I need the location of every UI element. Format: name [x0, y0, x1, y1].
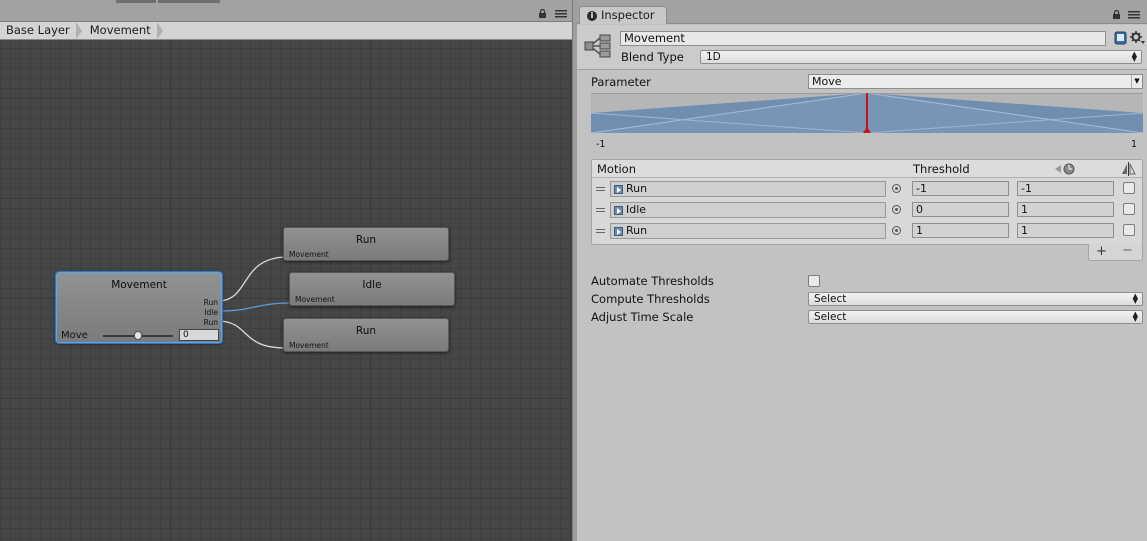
editor-window: Base Layer Movement Movement Run Idle Ru… [0, 0, 1147, 541]
help-book-icon[interactable] [1114, 31, 1127, 45]
compute-thresholds-dropdown[interactable]: Select ▲ ▼ [808, 292, 1143, 306]
motion-row: Idle 0 1 [592, 200, 1142, 220]
animation-clip-icon [614, 185, 623, 194]
remove-motion-button[interactable]: − [1122, 244, 1133, 257]
panel-menu-icon[interactable] [555, 10, 567, 18]
node-parent-label: Movement [289, 250, 329, 259]
inspector-tab-bar: i Inspector [577, 0, 1147, 24]
add-motion-button[interactable]: + [1096, 245, 1107, 258]
inspector-header: Movement Blend Type 1D ▲ ▼ [577, 25, 1147, 70]
info-icon: i [587, 11, 597, 21]
mirror-checkbox[interactable] [1123, 203, 1135, 215]
mirror-checkbox[interactable] [1123, 182, 1135, 194]
animation-clip-icon [614, 227, 623, 236]
animation-clip-icon [614, 206, 623, 215]
adjust-time-scale-label: Adjust Time Scale [591, 310, 694, 324]
parameter-label: Parameter [591, 75, 651, 89]
panel-menu-icon[interactable] [1128, 11, 1140, 19]
motion-list-header: Motion Threshold [592, 160, 1142, 178]
breadcrumb-base-layer[interactable]: Base Layer [0, 22, 84, 39]
compute-thresholds-label: Compute Thresholds [591, 292, 710, 306]
blend-type-value: 1D [706, 51, 721, 63]
dropdown-arrows-icon: ▲ ▼ [1131, 50, 1137, 63]
threshold-field[interactable]: 0 [912, 202, 1009, 217]
object-picker-icon[interactable] [892, 184, 901, 193]
node-title: Movement [111, 279, 167, 291]
motion-clip-name: Idle [626, 203, 647, 216]
time-scale-field[interactable]: 1 [1017, 202, 1114, 217]
graph-min-label: -1 [596, 139, 606, 150]
threshold-column-header: Threshold [913, 162, 970, 176]
adjust-time-scale-dropdown[interactable]: Select ▲ ▼ [808, 310, 1143, 324]
node-port-idle[interactable]: Idle [204, 308, 218, 317]
motion-clip-field[interactable]: Run [610, 223, 886, 239]
motion-node-run[interactable]: Run Movement [283, 227, 449, 261]
blend-tree-icon [584, 34, 611, 58]
node-title: Run [355, 234, 377, 246]
motion-clip-name: Run [626, 224, 648, 237]
motion-node-idle[interactable]: Idle Movement [289, 272, 455, 306]
threshold-field[interactable]: 1 [912, 223, 1009, 238]
parameter-value: Move [812, 75, 842, 88]
blend-tree-node-movement[interactable]: Movement Run Idle Run Move 0 [56, 272, 222, 343]
node-param-slider-knob[interactable] [134, 331, 142, 340]
motion-list: Motion Threshold Run -1 -1 Idle 0 1 Run … [591, 159, 1143, 245]
node-param-label: Move [61, 330, 88, 341]
lock-icon[interactable] [538, 9, 547, 18]
name-field[interactable]: Movement [620, 31, 1106, 46]
tab-stub[interactable] [116, 0, 156, 3]
dropdown-arrows-icon: ▲ ▼ [1132, 292, 1138, 305]
motion-clip-field[interactable]: Idle [610, 202, 886, 218]
motion-column-header: Motion [597, 162, 636, 176]
motion-node-run[interactable]: Run Movement [283, 318, 449, 352]
mirror-icon [1122, 162, 1136, 176]
mirror-checkbox[interactable] [1123, 224, 1135, 236]
tab-inspector-label: Inspector [601, 8, 655, 22]
motion-clip-name: Run [626, 182, 648, 195]
animator-panel: Base Layer Movement Movement Run Idle Ru… [0, 0, 572, 541]
parameter-dropdown[interactable]: Move ▼ [808, 74, 1143, 89]
node-port-run[interactable]: Run [204, 318, 218, 327]
motion-list-footer: + − [1088, 244, 1143, 261]
motion-row: Run 1 1 [592, 221, 1142, 241]
tab-stub[interactable] [158, 0, 220, 3]
node-parent-label: Movement [289, 341, 329, 350]
gear-icon[interactable] [1130, 31, 1145, 45]
tab-inspector[interactable]: i Inspector [579, 6, 667, 24]
blend-type-label: Blend Type [621, 50, 684, 64]
node-parent-label: Movement [295, 295, 335, 304]
drag-handle-icon[interactable] [596, 208, 605, 212]
motion-clip-field[interactable]: Run [610, 181, 886, 197]
dropdown-arrows-icon: ▲ ▼ [1132, 310, 1138, 323]
compute-thresholds-value: Select [814, 293, 847, 305]
motion-row: Run -1 -1 [592, 179, 1142, 199]
node-title: Idle [362, 279, 382, 291]
node-title: Run [355, 325, 377, 337]
graph-max-label: 1 [1131, 139, 1138, 150]
drag-handle-icon[interactable] [596, 187, 605, 191]
node-param-value-field[interactable]: 0 [179, 329, 219, 341]
time-scale-icon [1055, 163, 1075, 175]
breadcrumb: Base Layer Movement [0, 22, 572, 40]
node-port-run[interactable]: Run [204, 298, 218, 307]
breadcrumb-movement[interactable]: Movement [84, 22, 165, 39]
animator-tab-strip [0, 0, 572, 22]
adjust-time-scale-value: Select [814, 311, 847, 323]
time-scale-field[interactable]: 1 [1017, 223, 1114, 238]
drag-handle-icon[interactable] [596, 229, 605, 233]
lock-icon[interactable] [1112, 10, 1121, 19]
time-scale-field[interactable]: -1 [1017, 181, 1114, 196]
blend-graph[interactable] [591, 93, 1143, 133]
automate-thresholds-checkbox[interactable] [808, 275, 820, 287]
chevron-down-icon: ▼ [1131, 75, 1142, 88]
object-picker-icon[interactable] [892, 226, 901, 235]
threshold-field[interactable]: -1 [912, 181, 1009, 196]
inspector-panel: i Inspector Movement Blend Type 1D ▲ ▼ P… [577, 0, 1147, 541]
object-picker-icon[interactable] [892, 205, 901, 214]
automate-thresholds-label: Automate Thresholds [591, 274, 714, 288]
blend-type-dropdown[interactable]: 1D ▲ ▼ [700, 50, 1142, 64]
